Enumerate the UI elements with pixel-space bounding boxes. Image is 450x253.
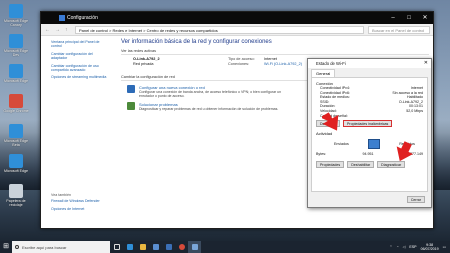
- dialog-panel: Conexión Conectividad IPv4: Internet Conec…: [311, 77, 428, 192]
- notifications-icon[interactable]: ▭: [443, 245, 446, 249]
- bytes-label: Bytes:: [316, 152, 326, 157]
- task-view-icon[interactable]: [110, 241, 123, 253]
- control-panel-taskbar-icon[interactable]: [188, 241, 201, 253]
- desktop-icon[interactable]: Microsoft Edge Dev: [3, 34, 29, 57]
- desktop-app-icon: [9, 94, 23, 108]
- dialog-close-button[interactable]: Cerrar: [406, 196, 425, 203]
- property-value: 52,0 Mbps: [406, 108, 423, 113]
- desktop-app-icon: [9, 154, 23, 168]
- sidebar-link[interactable]: Cambiar configuración de uso compartido …: [51, 64, 108, 73]
- minimize-button[interactable]: –: [385, 12, 401, 24]
- search-icon: [15, 245, 19, 249]
- address-bar: ← → ↑ Panel de control > Redes e Interne…: [41, 24, 433, 36]
- edge-icon[interactable]: [123, 241, 136, 253]
- language-indicator[interactable]: ESP: [409, 245, 416, 249]
- highlight-arrow-right: [396, 141, 414, 162]
- page-title: Ver información básica de la red y confi…: [121, 39, 272, 45]
- wifi-connection-link[interactable]: Wi-Fi (O-Link-A792_2): [264, 62, 302, 67]
- sidebar-link[interactable]: Ventana principal del Panel de control: [51, 40, 108, 49]
- system-tray: ⌃ ◔ ◁ ESP 9:38 06/07/2019 ▭: [389, 243, 450, 251]
- desktop-app-icon: [9, 124, 23, 138]
- windows-start-icon[interactable]: ⊞: [0, 241, 12, 253]
- wireless-properties-button[interactable]: Propiedades inalámbricas: [342, 120, 393, 128]
- sidebar-link[interactable]: Opciones de streaming multimedia: [51, 75, 108, 79]
- volume-icon[interactable]: ◁: [403, 245, 406, 249]
- dialog-close-icon[interactable]: ✕: [424, 59, 428, 68]
- search-input[interactable]: Buscar en el Panel de control: [368, 25, 430, 34]
- sidebar-link[interactable]: Cambiar configuración del adaptador: [51, 52, 108, 61]
- clock[interactable]: 9:38 06/07/2019: [421, 243, 439, 251]
- sidebar-link-firewall[interactable]: Firewall de Windows Defender: [51, 199, 100, 203]
- desktop-icon[interactable]: Microsoft Edge: [3, 154, 29, 173]
- clock-date: 06/07/2019: [420, 247, 439, 251]
- active-networks-label: Ver las redes activas: [121, 49, 157, 53]
- dialog-titlebar: Estado de Wi-Fi ✕: [308, 59, 431, 68]
- window-app-icon: [59, 15, 65, 21]
- dialog-tabs: General: [308, 69, 431, 77]
- close-window-button[interactable]: ✕: [417, 12, 433, 24]
- window-title: Configuración: [67, 15, 98, 21]
- mail-icon[interactable]: [162, 241, 175, 253]
- taskbar-search-placeholder: Escribe aquí para buscar: [22, 244, 67, 250]
- desktop-icon-label: Microsoft Edge Beta: [4, 139, 28, 148]
- desktop-app-icon: [9, 184, 23, 198]
- breadcrumb[interactable]: Panel de control > Redes e Internet > Ce…: [75, 25, 364, 34]
- connections-label: Conexiones:: [228, 62, 250, 66]
- see-also-heading: Vea también: [51, 193, 71, 198]
- highlight-arrow-left: [322, 112, 339, 131]
- task-description: Configurar una conexión de banda ancha, …: [139, 90, 282, 98]
- desktop-icon[interactable]: Papelera de reciclaje: [3, 184, 29, 207]
- desktop-icon[interactable]: Microsoft Edge: [3, 64, 29, 83]
- taskbar-search[interactable]: Escribe aquí para buscar: [12, 241, 110, 253]
- desktop-icon[interactable]: Microsoft Edge Beta: [3, 124, 29, 147]
- sidebar: Ventana principal del Panel de control Ca…: [41, 37, 111, 228]
- sidebar-see-also: Vea también Firewall de Windows Defender…: [51, 187, 100, 214]
- sidebar-link-internet-options[interactable]: Opciones de Internet: [51, 207, 100, 211]
- desktop-icon-label: Microsoft Edge: [4, 79, 28, 83]
- up-arrow-icon[interactable]: ↑: [65, 27, 71, 33]
- chevron-up-icon[interactable]: ⌃: [389, 245, 392, 249]
- desktop-icon-label: Microsoft Edge Dev: [4, 49, 28, 58]
- file-explorer-icon[interactable]: [136, 241, 149, 253]
- desktop-app-icon: [9, 4, 23, 18]
- divider: [121, 54, 429, 55]
- desktop-icon-label: Papelera de reciclaje: [6, 199, 26, 208]
- back-arrow-icon[interactable]: ←: [45, 27, 51, 33]
- dialog-title: Estado de Wi-Fi: [316, 61, 346, 66]
- desktop-icon[interactable]: Microsoft Edge Canary: [3, 4, 29, 27]
- desktop-icon[interactable]: Google Chrome: [3, 94, 29, 113]
- maximize-button[interactable]: □: [401, 12, 417, 24]
- troubleshoot-icon: [127, 102, 135, 110]
- new-connection-icon: [127, 85, 135, 93]
- wifi-icon[interactable]: ◔: [396, 245, 398, 249]
- sent-label: Enviados: [334, 141, 349, 146]
- network-activity-icon: [368, 139, 380, 150]
- forward-arrow-icon[interactable]: →: [55, 27, 61, 33]
- window-titlebar: Configuración – □ ✕: [41, 12, 433, 24]
- desktop-app-icon: [9, 64, 23, 78]
- tab-general[interactable]: General: [311, 69, 336, 77]
- disable-button[interactable]: Deshabilitar: [347, 161, 375, 169]
- desktop-app-icon: [9, 34, 23, 48]
- desktop-icon-label: Microsoft Edge Canary: [4, 19, 28, 28]
- desktop-icon-label: Google Chrome: [3, 109, 29, 113]
- chrome-icon[interactable]: [175, 241, 188, 253]
- properties-button[interactable]: Propiedades: [316, 161, 345, 169]
- network-type: Red privada: [133, 62, 154, 66]
- store-icon[interactable]: [149, 241, 162, 253]
- task-description: Diagnosticar y reparar problemas de red …: [139, 107, 279, 111]
- taskbar: ⊞ Escribe aquí para buscar ⌃ ◔ ◁ ESP 9:3…: [0, 241, 450, 253]
- bytes-sent: 94.951: [362, 152, 374, 157]
- desktop: Microsoft Edge Canary Microsoft Edge Dev M…: [0, 0, 450, 241]
- desktop-icon-label: Microsoft Edge: [4, 169, 28, 173]
